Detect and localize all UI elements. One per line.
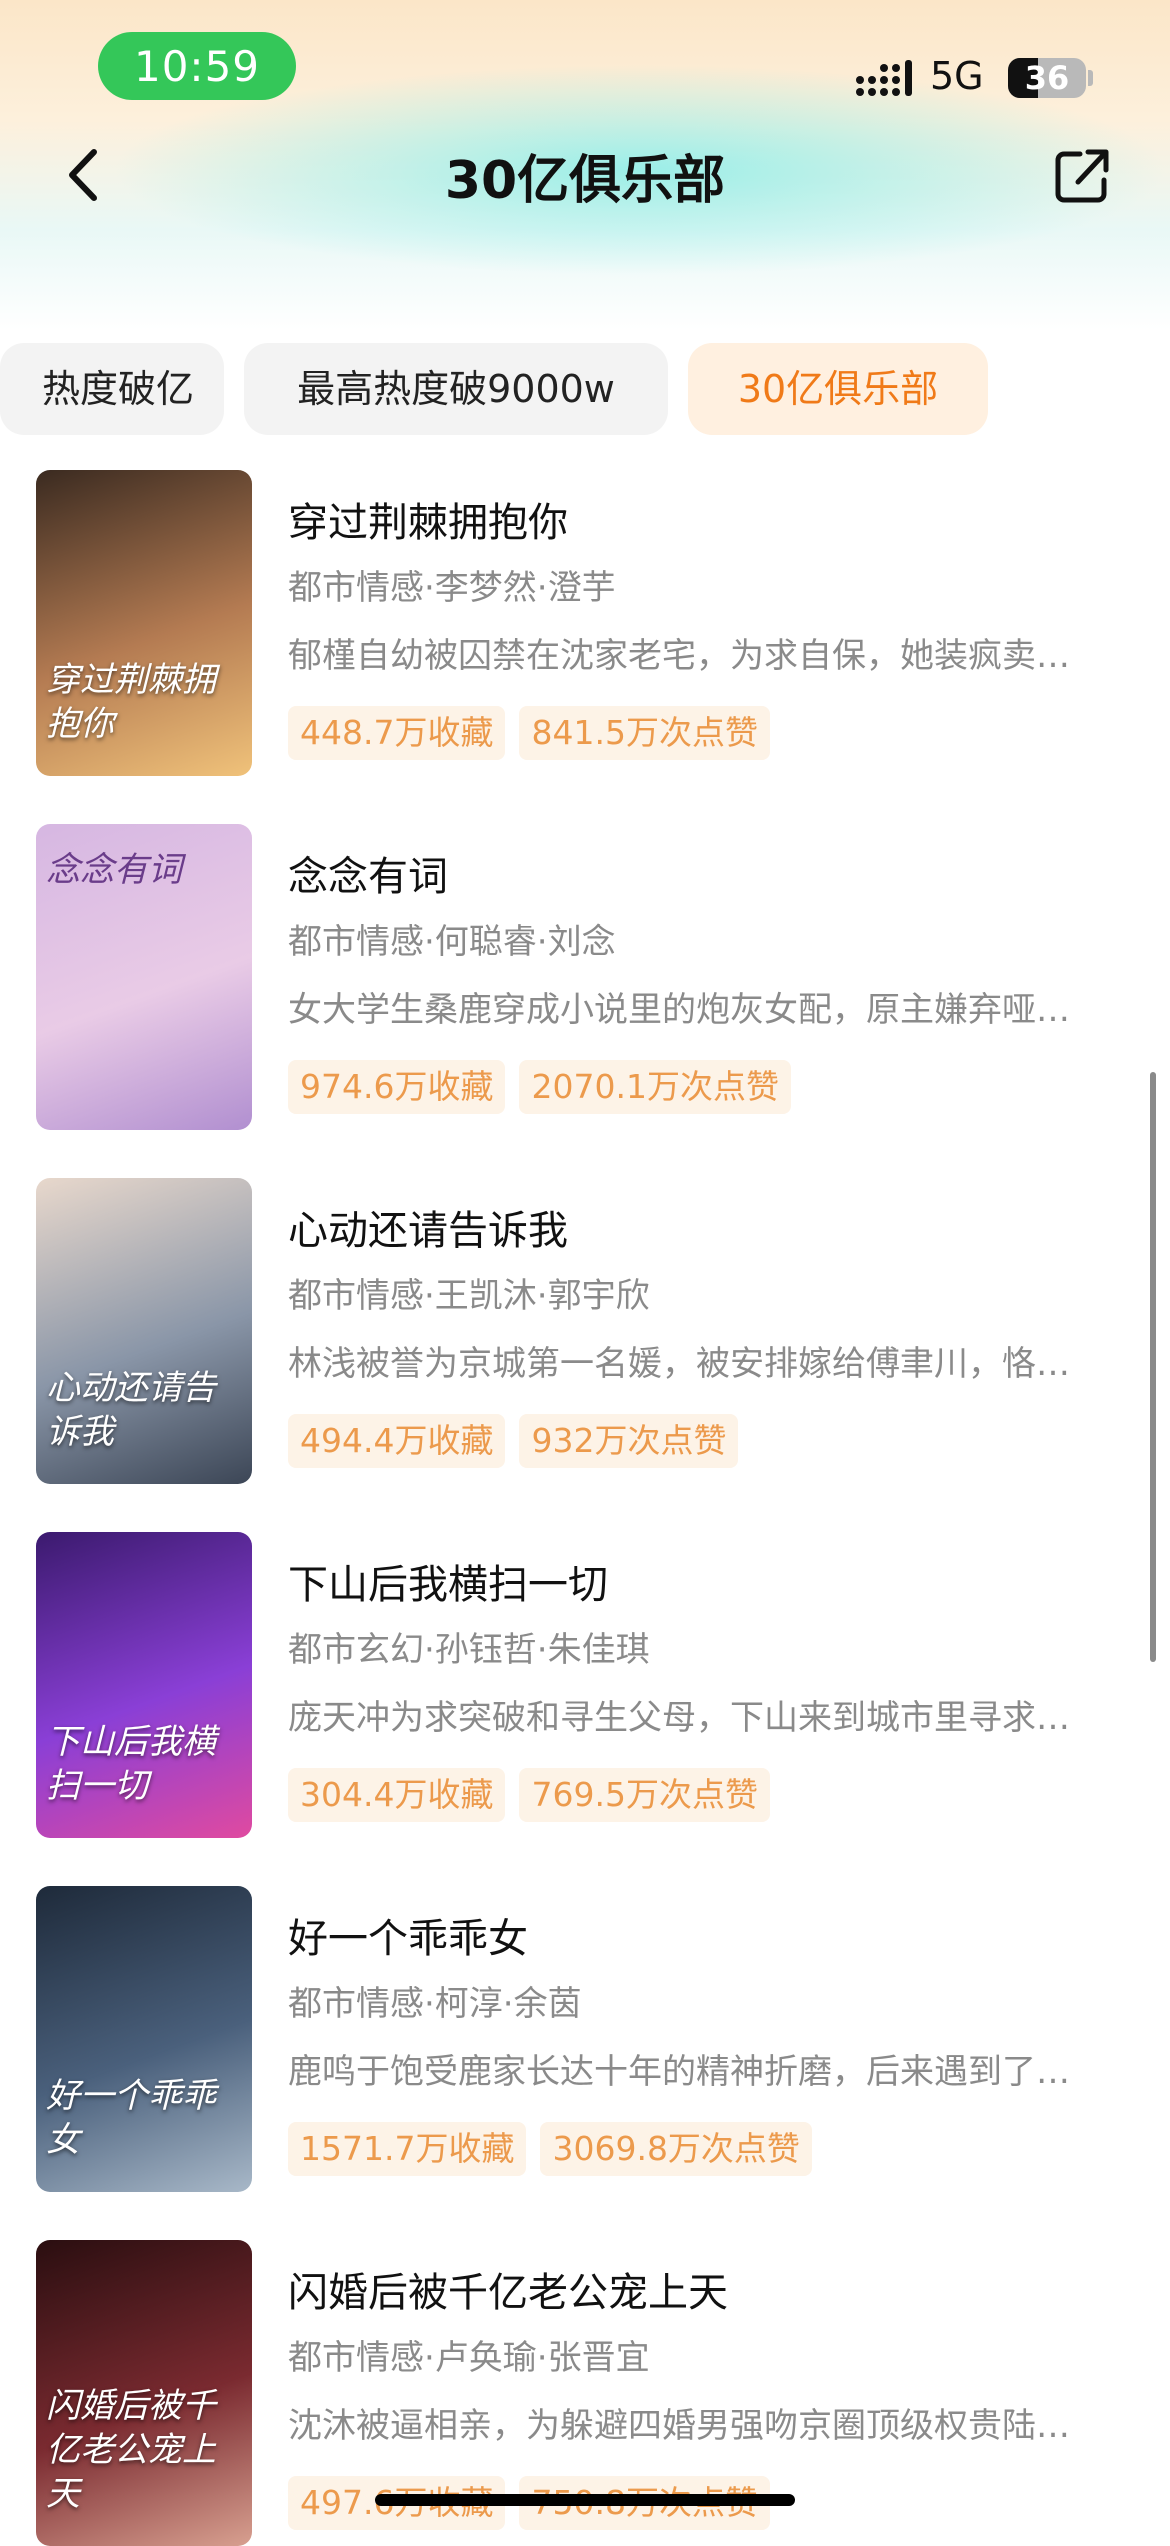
stats-tags: 494.4万收藏 932万次点赞 — [288, 1414, 739, 1468]
poster-title: 下山后我横扫一切 — [46, 1722, 216, 1806]
home-indicator[interactable] — [375, 2494, 795, 2506]
drama-description: 沈沐被逼相亲，为躲避四婚男强吻京圈顶级权贵陆… — [288, 2406, 1070, 2446]
tab-hot-100m[interactable]: 热度破亿 — [0, 343, 224, 435]
drama-description: 庞天冲为求突破和寻生父母，下山来到城市里寻求… — [288, 1698, 1070, 1738]
poster-image[interactable]: 好一个乖乖女 — [36, 1886, 252, 2192]
category-tabs: 热度破亿 最高热度破9000w 30亿俱乐部 — [0, 343, 1170, 435]
battery-level: 36 — [1024, 59, 1070, 97]
poster-title: 好一个乖乖女 — [46, 2076, 216, 2160]
battery-icon: 36 — [1008, 58, 1086, 98]
drama-description: 郁槿自幼被囚禁在沈家老宅，为求自保，她装疯卖… — [288, 636, 1070, 676]
share-icon[interactable] — [1048, 140, 1118, 210]
poster-title: 心动还请告诉我 — [46, 1368, 216, 1452]
list-item[interactable]: 念念有词 念念有词 都市情感·何聪睿·刘念 女大学生桑鹿穿成小说里的炮灰女配，原… — [0, 824, 1170, 1130]
scrollbar[interactable] — [1150, 1072, 1156, 1662]
list-item[interactable]: 穿过荆棘拥抱你 穿过荆棘拥抱你 都市情感·李梦然·澄芋 郁槿自幼被囚禁在沈家老宅… — [0, 470, 1170, 776]
poster-image[interactable]: 心动还请告诉我 — [36, 1178, 252, 1484]
drama-meta: 都市情感·王凯沐·郭宇欣 — [288, 1276, 650, 1316]
drama-meta: 都市情感·柯淳·余茵 — [288, 1984, 582, 2024]
drama-title[interactable]: 念念有词 — [288, 844, 448, 902]
poster-image[interactable]: 闪婚后被千亿老公宠上天 — [36, 2240, 252, 2546]
tab-max-hot-90m[interactable]: 最高热度破9000w — [244, 343, 668, 435]
list-item[interactable]: 心动还请告诉我 心动还请告诉我 都市情感·王凯沐·郭宇欣 林浅被誉为京城第一名媛… — [0, 1178, 1170, 1484]
page-title: 30亿俱乐部 — [444, 151, 726, 211]
poster-title: 念念有词 — [46, 850, 182, 890]
network-type: 5G — [930, 54, 984, 98]
list-item[interactable]: 好一个乖乖女 好一个乖乖女 都市情感·柯淳·余茵 鹿鸣于饱受鹿家长达十年的精神折… — [0, 1886, 1170, 2192]
likes-badge: 769.5万次点赞 — [519, 1768, 770, 1822]
drama-description: 林浅被誉为京城第一名媛，被安排嫁给傅聿川，恪… — [288, 1344, 1070, 1384]
stats-tags: 448.7万收藏 841.5万次点赞 — [288, 706, 770, 760]
drama-meta: 都市情感·何聪睿·刘念 — [288, 922, 616, 962]
likes-badge: 932万次点赞 — [519, 1414, 739, 1468]
stats-tags: 1571.7万收藏 3069.8万次点赞 — [288, 2122, 812, 2176]
favorites-badge: 304.4万收藏 — [288, 1768, 506, 1822]
favorites-badge: 974.6万收藏 — [288, 1060, 506, 1114]
list-item[interactable]: 下山后我横扫一切 下山后我横扫一切 都市玄幻·孙钰哲·朱佳琪 庞天冲为求突破和寻… — [0, 1532, 1170, 1838]
drama-title[interactable]: 闪婚后被千亿老公宠上天 — [288, 2260, 728, 2318]
drama-title[interactable]: 下山后我横扫一切 — [288, 1552, 608, 1610]
favorites-badge: 494.4万收藏 — [288, 1414, 506, 1468]
poster-image[interactable]: 念念有词 — [36, 824, 252, 1130]
drama-meta: 都市玄幻·孙钰哲·朱佳琪 — [288, 1630, 650, 1670]
stats-tags: 304.4万收藏 769.5万次点赞 — [288, 1768, 770, 1822]
poster-image[interactable]: 下山后我横扫一切 — [36, 1532, 252, 1838]
likes-badge: 841.5万次点赞 — [519, 706, 770, 760]
favorites-badge: 448.7万收藏 — [288, 706, 506, 760]
drama-meta: 都市情感·李梦然·澄芋 — [288, 568, 616, 608]
drama-meta: 都市情感·卢奂瑜·张晋宜 — [288, 2338, 650, 2378]
poster-title: 闪婚后被千亿老公宠上天 — [46, 2386, 216, 2514]
drama-description: 鹿鸣于饱受鹿家长达十年的精神折磨，后来遇到了… — [288, 2052, 1070, 2092]
drama-title[interactable]: 穿过荆棘拥抱你 — [288, 490, 568, 548]
poster-title: 穿过荆棘拥抱你 — [46, 660, 216, 744]
favorites-badge: 1571.7万收藏 — [288, 2122, 527, 2176]
poster-image[interactable]: 穿过荆棘拥抱你 — [36, 470, 252, 776]
likes-badge: 3069.8万次点赞 — [540, 2122, 812, 2176]
drama-title[interactable]: 心动还请告诉我 — [288, 1198, 568, 1256]
tab-3b-club[interactable]: 30亿俱乐部 — [688, 343, 988, 435]
battery-tip — [1088, 70, 1093, 86]
drama-description: 女大学生桑鹿穿成小说里的炮灰女配，原主嫌弃哑… — [288, 990, 1070, 1030]
cellular-signal-icon — [856, 60, 912, 96]
likes-badge: 2070.1万次点赞 — [519, 1060, 791, 1114]
status-time: 10:59 — [98, 32, 296, 100]
stats-tags: 974.6万收藏 2070.1万次点赞 — [288, 1060, 791, 1114]
drama-title[interactable]: 好一个乖乖女 — [288, 1906, 528, 1964]
